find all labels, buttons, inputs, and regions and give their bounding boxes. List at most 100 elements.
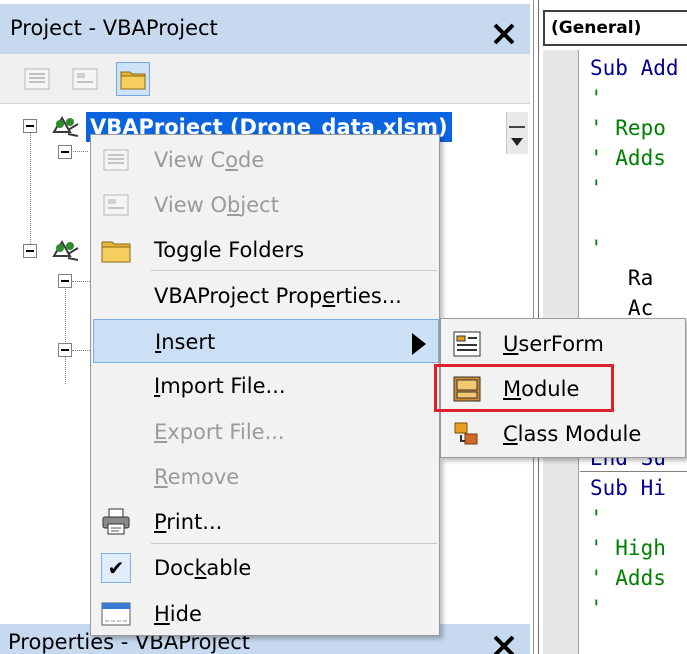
access-key: P <box>154 510 167 534</box>
printer-icon <box>101 507 131 537</box>
procedure-separator <box>580 471 687 472</box>
label-text: lass Module <box>517 422 642 446</box>
view-object-button[interactable] <box>68 62 102 96</box>
tree-expander[interactable] <box>23 244 37 258</box>
folder-icon <box>101 235 131 265</box>
project-context-menu: View Code View Object Toggle Folders VBAPro… <box>90 134 440 636</box>
menu-item-remove[interactable]: Remove <box>93 455 439 499</box>
menu-item-label: Import File... <box>154 364 286 408</box>
menu-item-label: View Object <box>154 183 279 227</box>
menu-item-hide[interactable]: Hide <box>93 592 439 636</box>
menu-item-label: Hide <box>154 592 202 636</box>
close-icon[interactable] <box>486 630 522 654</box>
label-text: mport File... <box>160 374 286 398</box>
close-icon[interactable] <box>486 18 522 50</box>
vbaproject-icon <box>52 239 79 261</box>
access-key: b <box>227 193 241 217</box>
code-line[interactable]: ' <box>590 173 603 203</box>
label-text: View O <box>154 193 228 217</box>
menu-item-import-file[interactable]: Import File... <box>93 364 439 408</box>
tree-connector <box>30 132 31 250</box>
access-key: k <box>194 556 207 580</box>
code-line[interactable]: ' Adds <box>590 143 666 173</box>
view-object-icon <box>72 68 98 90</box>
menu-item-label: Insert <box>155 320 215 364</box>
view-code-icon <box>24 68 50 90</box>
tree-expander[interactable] <box>58 274 72 288</box>
access-key: o <box>225 148 239 172</box>
label-text: Toggle Folders <box>154 238 305 262</box>
code-line[interactable]: ' <box>590 83 603 113</box>
menu-item-label: Print... <box>154 500 222 544</box>
code-line[interactable]: ' <box>590 503 603 533</box>
menu-item-label: Remove <box>154 455 239 499</box>
code-line[interactable]: ' Repo <box>590 113 666 143</box>
menu-item-label: VBAProject Properties... <box>154 274 402 318</box>
toggle-folders-button[interactable] <box>116 62 150 96</box>
label-text: serForm <box>518 332 604 356</box>
folder-icon <box>120 71 146 90</box>
menu-item-view-object[interactable]: View Object <box>93 183 439 227</box>
label-text: rint... <box>166 510 223 534</box>
vbaproject-icon <box>52 115 79 137</box>
menu-item-label: View Code <box>154 138 264 182</box>
module-highlight-callout <box>434 364 614 412</box>
object-dropdown[interactable]: (General) <box>543 10 687 46</box>
label-text: ject <box>240 193 279 217</box>
view-object-icon <box>101 190 131 220</box>
tree-connector <box>72 281 90 282</box>
menu-separator <box>151 543 437 544</box>
checkmark-icon: ✔ <box>101 553 131 583</box>
userform-icon <box>453 330 481 358</box>
menu-item-toggle-folders[interactable]: Toggle Folders <box>93 228 439 272</box>
label-text: ide <box>169 602 202 626</box>
menu-item-view-code[interactable]: View Code <box>93 138 439 182</box>
label-text: rties... <box>335 284 402 308</box>
menu-item-label: Toggle Folders <box>154 228 304 272</box>
tree-expander[interactable] <box>58 145 72 159</box>
tree-connector <box>65 274 66 384</box>
menu-item-vbaproject-properties[interactable]: VBAProject Properties... <box>93 274 439 318</box>
project-explorer-toolbar <box>0 54 530 154</box>
view-code-button[interactable] <box>20 62 54 96</box>
menu-item-export-file[interactable]: Export File... <box>93 410 439 454</box>
label-text: nsert <box>161 330 216 354</box>
view-code-icon <box>101 145 131 175</box>
label-text: View C <box>154 148 226 172</box>
submenu-item-userform[interactable]: UserForm <box>443 322 685 366</box>
label-text: Doc <box>154 556 195 580</box>
code-line[interactable]: ' High <box>590 533 666 563</box>
menu-item-print[interactable]: Print... <box>93 500 439 544</box>
code-line[interactable]: ' <box>590 233 603 263</box>
access-key: R <box>154 465 168 489</box>
project-explorer-title: Project - VBAProject <box>10 16 218 40</box>
code-line[interactable]: Sub Add <box>590 53 679 83</box>
class-module-icon <box>453 420 481 448</box>
label-text: xport File... <box>167 420 285 444</box>
access-key: C <box>503 422 518 446</box>
label-text: able <box>206 556 252 580</box>
label-text: emove <box>167 465 240 489</box>
submenu-item-label: UserForm <box>503 322 604 366</box>
access-key: H <box>154 602 170 626</box>
access-key: U <box>503 332 519 356</box>
code-line[interactable]: Ra <box>590 263 653 293</box>
code-line[interactable]: ' Adds <box>590 563 666 593</box>
window-icon <box>101 599 131 629</box>
tree-expander[interactable] <box>23 119 37 133</box>
project-explorer-titlebar[interactable]: Project - VBAProject <box>0 4 530 54</box>
code-line[interactable]: ' <box>590 593 603 623</box>
submenu-arrow-icon <box>412 333 426 355</box>
menu-item-label: Export File... <box>154 410 285 454</box>
access-key: E <box>154 420 168 444</box>
menu-separator <box>151 270 437 271</box>
tree-connector <box>72 350 90 351</box>
menu-item-dockable[interactable]: ✔ Dockable <box>93 546 439 590</box>
submenu-item-class-module[interactable]: Class Module <box>443 412 685 456</box>
menu-item-insert[interactable]: Insert <box>93 319 439 363</box>
label-text: VBAProject Prop <box>154 284 323 308</box>
label-text: de <box>238 148 265 172</box>
tree-expander[interactable] <box>58 343 72 357</box>
access-key: e <box>322 284 336 308</box>
code-line[interactable]: Sub Hi <box>590 473 666 503</box>
